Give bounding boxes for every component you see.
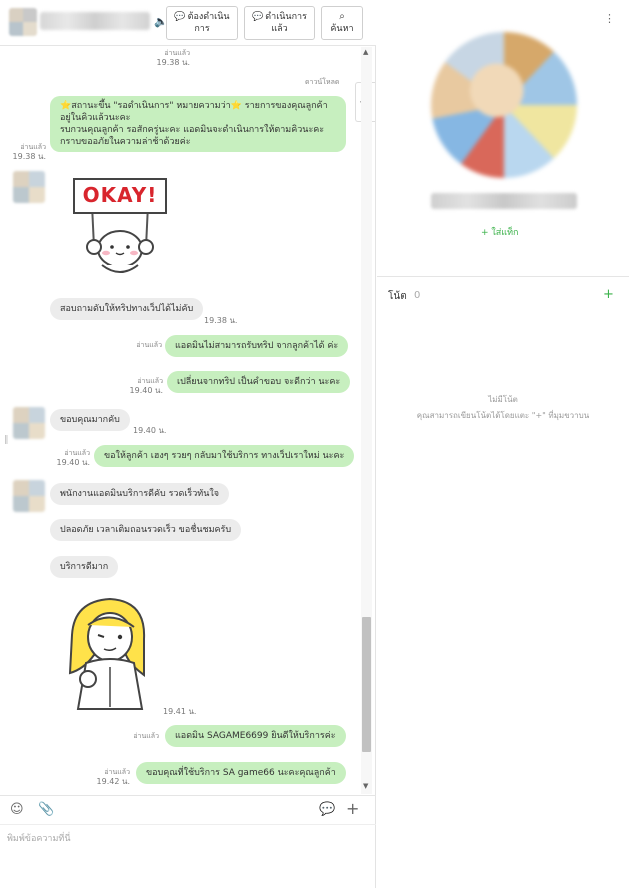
message-time: 19.40 น. [133,426,167,435]
plus-icon[interactable]: + [346,799,359,818]
message-meta: อ่านแล้ว 19.40 น. [56,449,90,467]
message-meta: อ่านแล้ว [125,732,159,741]
more-vertical-icon[interactable]: ⋮ [604,12,615,25]
composer [0,826,376,888]
message-time: 19.41 น. [163,707,197,716]
read-receipt: อ่านแล้ว [104,768,130,776]
outgoing-message[interactable]: ขอบคุณที่ใช้บริการ SA game66 นะคะคุณลูกค… [136,762,346,784]
incoming-message[interactable]: บริการดีมาก [50,556,119,578]
read-receipt: อ่านแล้ว [136,341,162,349]
divider [377,276,629,277]
customer-avatar[interactable] [13,171,45,203]
incoming-message[interactable]: ขอบคุณมากคับ [50,409,130,431]
message-time: 19.42 น. [96,777,130,786]
message-line: กราบขออภัยในความล่าช้าด้วยค่ะ [60,137,191,147]
outgoing-message[interactable]: ขอให้ลูกค้า เฮงๆ รวยๆ กลับมาใช้บริการ ทา… [94,445,355,467]
scroll-thumb[interactable] [362,617,371,752]
chat-bubble-icon[interactable]: 💬 [319,802,335,817]
notes-count: 0 [414,290,421,301]
incoming-message[interactable]: ปลอดภัย เวลาเติมถอนรวดเร็ว ขอชื่นชมครับ [50,519,242,541]
resize-handle[interactable]: ‖ [4,435,9,445]
message-line: รบกวนคุณลูกค้า รอสักครู่นะคะ แอดมินจะดำเ… [60,125,325,135]
message-meta: อ่านแล้ว 19.38 น. [8,143,46,161]
message-line: ⭐สถานะขึ้น "รอดำเนินการ" หมายความว่า⭐ รา… [60,101,328,111]
outgoing-message[interactable]: ⭐สถานะขึ้น "รอดำเนินการ" หมายความว่า⭐ รา… [50,96,346,152]
message-time: 19.40 น. [129,386,163,395]
sally-sticker-graphic [68,597,146,710]
message-line: อยู่ในคิวแล้วนะคะ [60,113,131,123]
read-receipt: อ่านแล้ว [137,377,163,385]
contact-avatar[interactable] [9,8,37,36]
add-note-button[interactable]: + [603,287,614,302]
chat-pane: 🔈 💬 ต้องดำเนินการ 💬 ดำเนินการแล้ว ⌕ ค้นหา … [0,0,376,888]
message-meta: อ่านแล้ว 19.38 น. [150,49,190,67]
search-button[interactable]: ⌕ ค้นหา [321,6,363,40]
okay-sticker[interactable]: OKAY! [72,175,168,281]
notes-title: โน้ต [388,291,407,302]
profile-name-blurred [431,193,577,209]
read-receipt: อ่านแล้ว [164,49,190,57]
todo-status-button[interactable]: 💬 ต้องดำเนินการ [166,6,238,40]
chat-header: 🔈 💬 ต้องดำเนินการ 💬 ดำเนินการแล้ว ⌕ ค้นหา [0,0,376,46]
chat-bubble-icon: 💬 [252,12,264,22]
customer-avatar[interactable] [13,480,45,512]
read-receipt: อ่านแล้ว [133,732,159,740]
message-time: 19.38 น. [12,152,46,161]
done-status-button[interactable]: 💬 ดำเนินการแล้ว [244,6,315,40]
sally-sticker[interactable] [60,595,160,710]
scroll-down-arrow-icon[interactable]: ▼ [363,782,368,790]
message-input[interactable] [7,831,367,881]
message-scrollbar[interactable]: ▲ ▼ [361,47,372,794]
message-time: 19.38 น. [156,58,190,67]
search-label: ค้นหา [330,24,354,34]
message-time: 19.40 น. [56,458,90,467]
search-icon: ⌕ [339,11,345,22]
composer-toolbar: ☺ 📎 💬 + [0,795,376,825]
chat-bubble-icon: 💬 [174,12,186,22]
profile-pane: ⋮ + ใส่แท็ก โน้ต 0 + ไม่มีโน้ต คุณสามารถ… [377,0,629,888]
message-time: 19.38 น. [204,316,238,325]
message-meta: อ่านแล้ว 19.40 น. [125,377,163,395]
sticker-text: OKAY! [82,183,158,207]
message-list[interactable]: อ่านแล้ว 19.38 น. ดาวน์โหลด อ่านแล้ว 19.… [0,47,372,794]
customer-avatar[interactable] [13,407,45,439]
incoming-message[interactable]: สอบถามดับให้ทริปทางเว็ปได้ไม่คับ [50,298,204,320]
profile-avatar[interactable] [431,32,577,178]
message-meta: อ่านแล้ว 19.42 น. [96,768,130,786]
scroll-up-arrow-icon[interactable]: ▲ [363,48,368,56]
todo-status-label: ต้องดำเนินการ [187,12,230,34]
download-link[interactable]: ดาวน์โหลด [305,77,339,88]
message-meta: อ่านแล้ว [128,341,162,350]
outgoing-message[interactable]: แอดมิน SAGAME6699 ยินดีให้บริการค่ะ [165,725,346,747]
outgoing-message[interactable]: แอดมินไม่สามารถรับทริป จากลูกค้าได้ ค่ะ [165,335,349,357]
notes-empty-hint: คุณสามารถเขียนโน้ตได้โดยแตะ "+" ที่มุมขว… [416,411,590,420]
contact-name-blurred[interactable] [40,12,150,30]
paperclip-icon[interactable]: 📎 [38,802,54,817]
add-tag-button[interactable]: + ใส่แท็ก [481,225,518,239]
done-status-label: ดำเนินการแล้ว [265,12,307,34]
incoming-message[interactable]: พนักงานแอดมินบริการดีคับ รวดเร็วทันใจ [50,483,230,505]
read-receipt: อ่านแล้ว [64,449,90,457]
smiley-icon[interactable]: ☺ [10,802,24,817]
notes-empty-title: ไม่มีโน้ต [488,395,518,404]
read-receipt: อ่านแล้ว [20,143,46,151]
outgoing-message[interactable]: เปลี่ยนจากทริป เป็นคำขอบ จะดีกว่า นะคะ [167,371,351,393]
